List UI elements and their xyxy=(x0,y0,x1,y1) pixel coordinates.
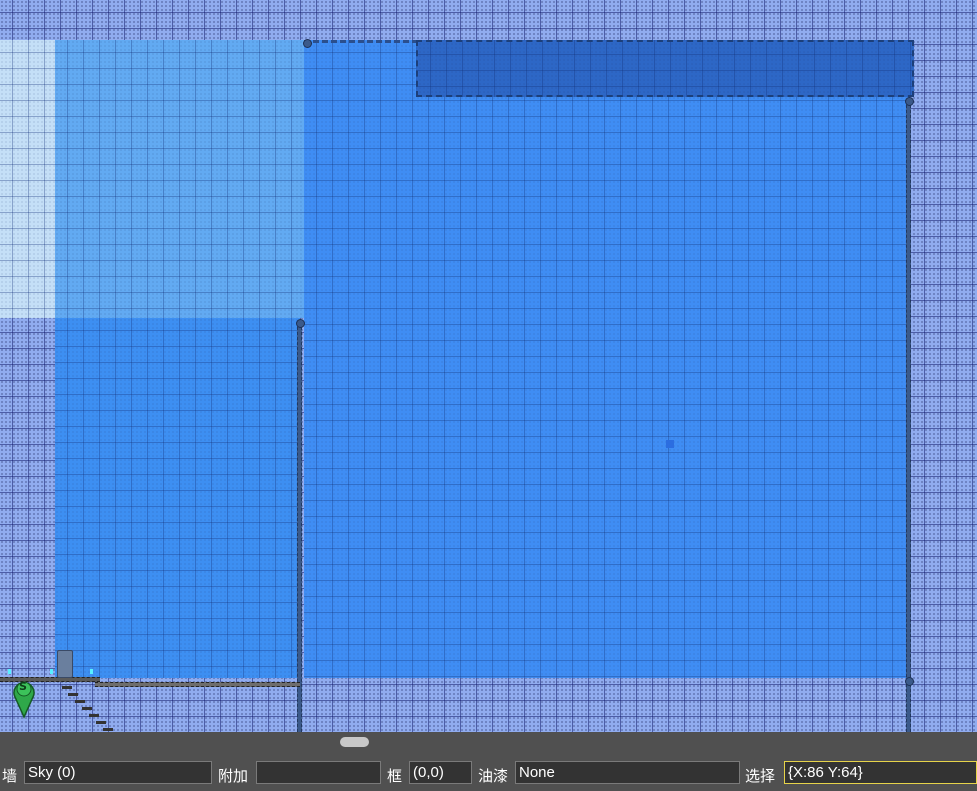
spawn-point-pin-icon[interactable]: S xyxy=(12,677,36,719)
wall-node xyxy=(905,677,914,686)
selection-field: {X:86 Y:64} xyxy=(784,761,977,784)
stair-step xyxy=(96,721,106,724)
stair-step xyxy=(89,714,99,717)
pale-wall-region xyxy=(0,40,55,318)
splitter-handle[interactable] xyxy=(340,737,369,747)
extra-field xyxy=(256,761,381,784)
torch xyxy=(8,669,11,674)
extra-label: 附加 xyxy=(218,767,249,785)
dark-block-band xyxy=(416,40,914,97)
light-blue-room-region xyxy=(55,40,304,318)
lower-left-room-region xyxy=(55,318,300,678)
paint-field: None xyxy=(515,761,740,784)
stair-step xyxy=(82,707,92,710)
main-room-region xyxy=(304,40,910,678)
middle-wall-column xyxy=(297,322,302,732)
spawn-letter: S xyxy=(19,680,27,693)
room-top-edge xyxy=(304,40,418,46)
selection-label: 选择 xyxy=(745,767,776,785)
torch xyxy=(50,669,53,674)
right-wall-column xyxy=(906,100,911,732)
wall-label: 墙 xyxy=(2,767,18,785)
wall-node xyxy=(905,97,914,106)
torch xyxy=(90,669,93,674)
frame-field: (0,0) xyxy=(409,761,472,784)
floor-platform xyxy=(95,682,300,687)
wall-node xyxy=(296,319,305,328)
wall-node xyxy=(303,39,312,48)
selection-marker[interactable] xyxy=(666,440,674,448)
stair-step xyxy=(103,728,113,731)
status-bar: 墙 Sky (0) 附加 框 (0,0) 油漆 None 选择 {X:86 Y:… xyxy=(0,732,977,791)
world-map-canvas[interactable]: S xyxy=(0,0,977,732)
stair-step xyxy=(75,700,85,703)
stone-block xyxy=(57,650,73,678)
stair-step xyxy=(62,686,72,689)
stair-step xyxy=(68,693,78,696)
wall-field: Sky (0) xyxy=(24,761,212,784)
frame-label: 框 xyxy=(387,767,403,785)
paint-label: 油漆 xyxy=(478,767,509,785)
